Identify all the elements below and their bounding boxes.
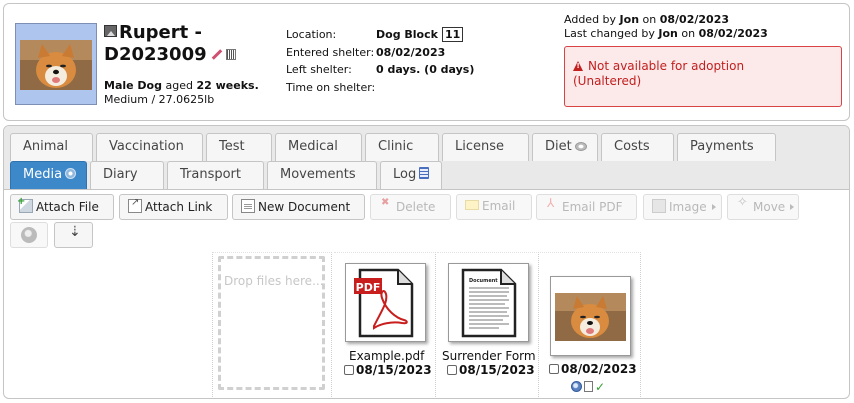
email-icon: [465, 200, 479, 210]
media-caption: Surrender Form: [442, 349, 536, 363]
tab-diet[interactable]: Diet: [532, 133, 598, 161]
dog-photo: [20, 40, 92, 90]
location-unit: 11: [441, 27, 464, 42]
time-value: 0 days. (0 days): [376, 63, 475, 77]
animal-size-weight: Medium / 27.0625lb: [104, 93, 215, 106]
attach-file-button[interactable]: Attach File: [10, 194, 114, 220]
document-icon[interactable]: [584, 381, 593, 392]
edit-pen-icon[interactable]: [211, 49, 222, 60]
select-checkbox[interactable]: [549, 364, 559, 374]
globe-icon[interactable]: [571, 381, 582, 392]
image-icon: [652, 199, 666, 213]
tab-costs[interactable]: Costs: [601, 133, 674, 161]
shelter-info-labels: Location: Entered shelter: Left shelter:…: [286, 28, 376, 94]
tab-vaccination[interactable]: Vaccination: [96, 133, 203, 161]
animal-description: Male Dog aged 22 weeks.: [104, 79, 259, 92]
document-icon: Document: [461, 268, 517, 338]
adoption-alert: Not available for adoption (Unaltered): [564, 46, 842, 107]
pdf-icon: [545, 196, 559, 213]
new-document-button[interactable]: New Document: [232, 194, 365, 220]
warning-icon: [573, 61, 583, 71]
delete-button[interactable]: Delete: [370, 194, 451, 220]
tab-movements[interactable]: Movements: [267, 161, 377, 189]
attach-link-button[interactable]: Attach Link: [119, 194, 228, 220]
rotate-icon: [21, 227, 37, 243]
document-icon: [241, 199, 255, 213]
media-date-row: 08/15/2023: [447, 363, 535, 377]
delete-icon: [379, 197, 393, 213]
link-icon: [128, 197, 142, 213]
tab-log[interactable]: Log: [380, 161, 442, 189]
media-date-row: 08/02/2023: [549, 362, 637, 376]
sort-icon: [65, 224, 81, 241]
svg-text:PDF: PDF: [356, 281, 381, 294]
barcode-icon[interactable]: [225, 49, 236, 60]
chevron-right-icon: [790, 204, 795, 210]
media-caption: Example.pdf: [349, 349, 425, 363]
entered-value: 08/02/2023: [376, 45, 446, 59]
picture-icon: [104, 25, 117, 37]
email-button[interactable]: Email: [456, 194, 532, 220]
pdf-icon: PDF: [354, 268, 414, 338]
move-menu-button[interactable]: Move: [727, 194, 799, 220]
image-menu-button[interactable]: Image: [643, 194, 722, 220]
tab-diary[interactable]: Diary: [90, 161, 164, 189]
svg-text:Document: Document: [469, 278, 498, 284]
media-status-icons: ✓: [571, 379, 607, 394]
tab-test[interactable]: Test: [206, 133, 272, 161]
tab-bar: Animal Vaccination Test Medical Clinic L…: [4, 126, 849, 190]
chevron-right-icon: [711, 204, 716, 210]
attach-file-icon: [17, 196, 33, 213]
move-icon: [736, 195, 750, 213]
media-thumbnail-pdf[interactable]: PDF: [345, 263, 426, 342]
tab-media[interactable]: Media: [10, 161, 87, 189]
media-date-row: 08/15/2023: [344, 363, 432, 377]
email-pdf-button[interactable]: Email PDF: [536, 194, 637, 220]
drop-files-zone[interactable]: Drop files here...: [218, 256, 325, 390]
check-icon: ✓: [595, 380, 606, 394]
dog-photo: [555, 293, 626, 341]
tab-clinic[interactable]: Clinic: [365, 133, 439, 161]
media-thumbnail-document[interactable]: Document: [448, 263, 529, 342]
media-thumbnail-photo[interactable]: [550, 276, 631, 356]
tab-transport[interactable]: Transport: [167, 161, 264, 189]
animal-name: Rupert -: [104, 22, 202, 44]
animal-thumbnail[interactable]: [15, 23, 97, 105]
tab-animal[interactable]: Animal: [10, 133, 93, 161]
select-checkbox[interactable]: [344, 365, 354, 375]
tab-medical[interactable]: Medical: [275, 133, 362, 161]
location-value: Dog Block 11: [376, 26, 474, 44]
rotate-button[interactable]: [10, 222, 48, 248]
gear-icon: [65, 168, 77, 179]
sort-button[interactable]: [54, 222, 93, 248]
added-by: Added by Jon on 08/02/2023: [564, 13, 729, 26]
plate-icon: [574, 142, 587, 151]
audit-info: Added by Jon on 08/02/2023 Last changed …: [564, 13, 768, 41]
tab-payments[interactable]: Payments: [677, 133, 776, 161]
shelter-info-values: Dog Block 11 08/02/2023 0 days. (0 days): [376, 26, 474, 79]
tab-license[interactable]: License: [442, 133, 529, 161]
select-checkbox[interactable]: [447, 365, 457, 375]
last-changed-by: Last changed by Jon on 08/02/2023: [564, 27, 768, 40]
log-icon: [419, 167, 430, 179]
animal-code: D2023009: [104, 44, 236, 66]
